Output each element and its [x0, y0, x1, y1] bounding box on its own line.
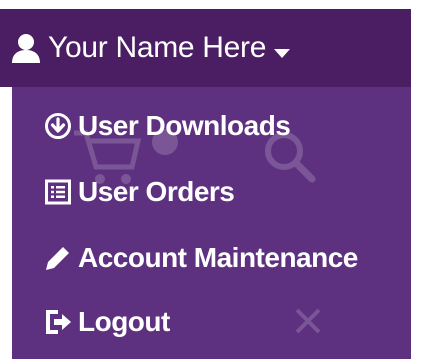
menu-item-account-maintenance[interactable]: Account Maintenance — [12, 231, 411, 285]
logout-icon — [44, 308, 72, 336]
list-alt-icon — [44, 178, 72, 206]
menu-item-label: User Orders — [78, 176, 235, 207]
pencil-icon — [44, 244, 72, 272]
user-dropdown-menu: User Downloads User Orders Account Maint… — [12, 87, 411, 359]
menu-item-label: User Downloads — [78, 110, 291, 141]
menu-item-user-downloads[interactable]: User Downloads — [12, 99, 411, 153]
menu-item-logout[interactable]: Logout — [12, 295, 411, 349]
user-menu-toggle[interactable]: Your Name Here — [0, 9, 411, 87]
menu-item-user-orders[interactable]: User Orders — [12, 165, 411, 219]
menu-item-label: Logout — [78, 306, 170, 337]
download-circle-icon — [44, 112, 72, 140]
user-icon — [10, 32, 42, 64]
menu-item-label: Account Maintenance — [78, 242, 358, 273]
user-name: Your Name Here — [48, 31, 267, 64]
screen: Your Name Here User Downloads User Order… — [0, 0, 428, 359]
caret-down-icon — [274, 46, 291, 58]
